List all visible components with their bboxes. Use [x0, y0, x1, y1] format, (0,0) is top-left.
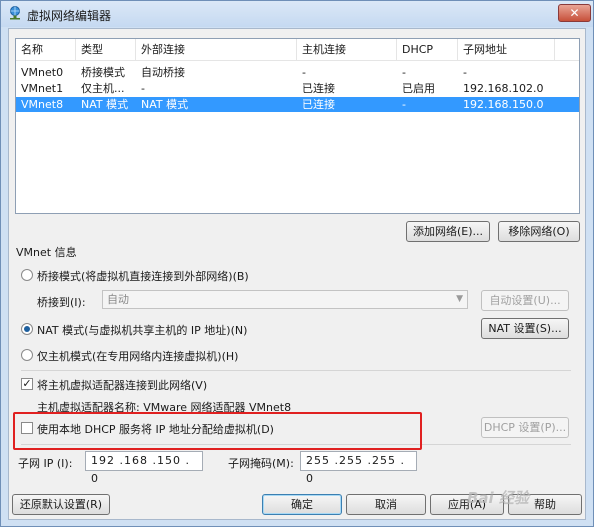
cancel-button[interactable]: 取消	[346, 494, 426, 515]
cell-external: NAT 模式	[141, 98, 189, 111]
bridge-mode-radio[interactable]	[21, 269, 33, 281]
cell-type: NAT 模式	[81, 98, 129, 111]
cell-subnet: 192.168.150.0	[463, 98, 544, 111]
column-header-subnet[interactable]: 子网地址	[458, 39, 555, 61]
cell-host: 已连接	[302, 98, 335, 111]
baidu-watermark: Bai 经验	[467, 489, 529, 507]
cell-name: VMnet8	[21, 98, 64, 111]
cell-dhcp: 已启用	[402, 82, 435, 95]
column-header-dhcp[interactable]: DHCP	[397, 39, 458, 61]
cell-host: -	[302, 66, 306, 79]
virtual-network-editor-window: 虚拟网络编辑器 ✕ 名称 类型 外部连接 主机连接 DHCP 子网地址 VMne…	[0, 0, 594, 527]
nat-mode-radio[interactable]	[21, 323, 33, 335]
subnet-ip-input[interactable]: 192 .168 .150 . 0	[85, 451, 203, 485]
dhcp-settings-button[interactable]: DHCP 设置(P)...	[481, 417, 569, 438]
bridge-to-select[interactable]: 自动 ▼	[102, 290, 468, 309]
nat-settings-button[interactable]: NAT 设置(S)...	[481, 318, 569, 339]
close-button[interactable]: ✕	[558, 4, 591, 22]
connect-adapter-checkbox[interactable]: ✓	[21, 378, 33, 390]
cell-name: VMnet1	[21, 82, 64, 95]
cell-type: 桥接模式	[81, 66, 125, 79]
subnet-mask-input[interactable]: 255 .255 .255 . 0	[300, 451, 417, 485]
cell-name: VMnet0	[21, 66, 64, 79]
cell-dhcp: -	[402, 66, 406, 79]
bridge-to-value: 自动	[107, 293, 129, 306]
cell-subnet: -	[463, 66, 467, 79]
column-header-host[interactable]: 主机连接	[297, 39, 397, 61]
bridge-to-label: 桥接到(I):	[37, 296, 86, 309]
subnet-ip-label: 子网 IP (I):	[18, 457, 73, 470]
auto-settings-button[interactable]: 自动设置(U)...	[481, 290, 569, 311]
cell-type: 仅主机...	[81, 82, 125, 95]
ok-button[interactable]: 确定	[262, 494, 342, 515]
cell-dhcp: -	[402, 98, 406, 111]
divider	[21, 370, 571, 371]
table-row-vmnet0[interactable]: VMnet0 桥接模式 自动桥接 - - -	[16, 65, 579, 80]
remove-network-button[interactable]: 移除网络(O)	[498, 221, 580, 242]
host-only-label[interactable]: 仅主机模式(在专用网络内连接虚拟机)(H)	[37, 348, 238, 364]
table-row-vmnet8[interactable]: VMnet8 NAT 模式 NAT 模式 已连接 - 192.168.150.0	[16, 97, 579, 112]
network-list[interactable]: 名称 类型 外部连接 主机连接 DHCP 子网地址 VMnet0 桥接模式 自动…	[15, 38, 580, 214]
window-title: 虚拟网络编辑器	[27, 9, 112, 23]
table-row-vmnet1[interactable]: VMnet1 仅主机... - 已连接 已启用 192.168.102.0	[16, 81, 579, 96]
vmnet-info-title: VMnet 信息	[16, 246, 77, 259]
cell-subnet: 192.168.102.0	[463, 82, 544, 95]
network-globe-icon	[10, 6, 20, 20]
host-only-radio[interactable]	[21, 349, 33, 361]
subnet-mask-label: 子网掩码(M):	[228, 457, 294, 470]
bridge-mode-label[interactable]: 桥接模式(将虚拟机直接连接到外部网络)(B)	[37, 268, 249, 284]
column-header-external[interactable]: 外部连接	[136, 39, 297, 61]
cell-host: 已连接	[302, 82, 335, 95]
chevron-down-icon: ▼	[456, 294, 463, 304]
cell-external: -	[141, 82, 145, 95]
network-list-header: 名称 类型 外部连接 主机连接 DHCP 子网地址	[16, 39, 579, 61]
column-header-name[interactable]: 名称	[16, 39, 76, 61]
add-network-button[interactable]: 添加网络(E)...	[406, 221, 490, 242]
column-header-type[interactable]: 类型	[76, 39, 136, 61]
connect-adapter-label[interactable]: 将主机虚拟适配器连接到此网络(V)	[37, 377, 207, 393]
cell-external: 自动桥接	[141, 66, 185, 79]
subnet-highlight-box	[13, 412, 422, 450]
restore-defaults-button[interactable]: 还原默认设置(R)	[12, 494, 110, 515]
title-bar[interactable]: 虚拟网络编辑器 ✕	[1, 1, 593, 27]
nat-mode-label[interactable]: NAT 模式(与虚拟机共享主机的 IP 地址)(N)	[37, 322, 247, 338]
